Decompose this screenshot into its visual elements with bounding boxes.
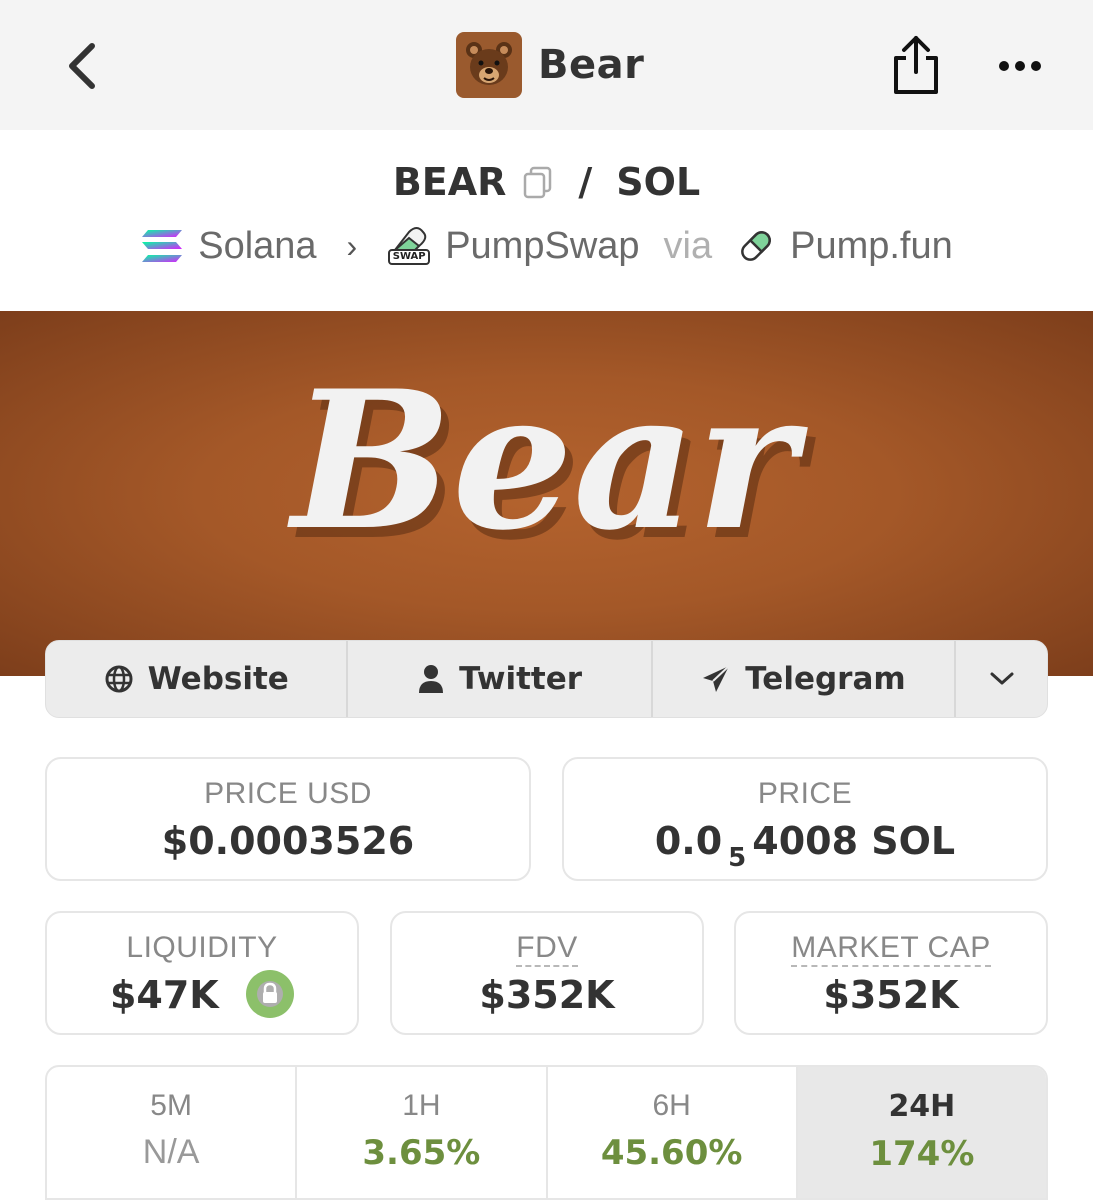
bear-logo-banner: Bear Bear — [287, 349, 817, 582]
fdv-card: FDV $352K — [390, 911, 704, 1035]
chevron-down-icon — [990, 672, 1014, 685]
price-zero-count: 5 — [728, 843, 747, 873]
telegram-label: Telegram — [745, 661, 906, 697]
token-avatar — [456, 32, 522, 98]
token-banner: Bear Bear — [0, 311, 1093, 676]
pair-base-symbol: BEAR — [392, 160, 507, 204]
price-usd-value: $0.0003526 — [161, 819, 415, 863]
pair-header: BEAR / SOL — [0, 160, 1093, 204]
share-button[interactable] — [884, 30, 948, 100]
pill-icon — [741, 231, 772, 261]
tab-6h[interactable]: 6H 45.60% — [548, 1067, 798, 1198]
fdv-value: $352K — [479, 973, 615, 1017]
website-button[interactable]: Website — [46, 641, 349, 717]
timeframe-change: 45.60% — [600, 1133, 743, 1173]
pumpswap-badge: SWAP — [392, 251, 426, 262]
market-cap-label[interactable]: MARKET CAP — [791, 931, 991, 967]
chain-link-solana[interactable]: Solana — [198, 225, 316, 268]
price-native-suffix: 4008 SOL — [752, 819, 956, 863]
token-name-title: Bear — [538, 42, 645, 88]
banner-logo-text-front: Bear — [287, 349, 809, 572]
price-native-value: 0.0 5 4008 SOL — [564, 819, 1046, 873]
chain-breadcrumb: Solana › SWAP PumpSwap via Pump.fun — [0, 224, 1093, 268]
timeframe-change: N/A — [142, 1133, 200, 1171]
price-native-card: PRICE 0.0 5 4008 SOL — [562, 757, 1048, 881]
launchpad-link-pumpfun[interactable]: Pump.fun — [790, 225, 953, 268]
tab-1h[interactable]: 1H 3.65% — [297, 1067, 548, 1198]
user-icon — [419, 665, 444, 693]
chevron-left-icon — [69, 43, 95, 89]
timeframe-change: 3.65% — [362, 1133, 481, 1173]
liquidity-value: $47K — [109, 973, 219, 1017]
dex-link-pumpswap[interactable]: PumpSwap — [445, 225, 639, 268]
pair-separator: / — [578, 160, 593, 204]
telegram-button[interactable]: Telegram — [653, 641, 957, 717]
copy-icon[interactable] — [522, 165, 554, 199]
timeframe-change: 174% — [869, 1134, 975, 1174]
twitter-button[interactable]: Twitter — [348, 641, 653, 717]
liquidity-value-row: $47K — [47, 969, 357, 1022]
website-label: Website — [147, 661, 289, 697]
price-native-label: PRICE — [757, 777, 853, 810]
tab-5m[interactable]: 5M N/A — [47, 1067, 298, 1198]
fdv-label[interactable]: FDV — [516, 931, 578, 967]
price-usd-label: PRICE USD — [204, 777, 372, 810]
timeframe-tabs: 5M N/A 1H 3.65% 6H 45.60% 24H 174% — [45, 1065, 1048, 1200]
share-icon — [894, 36, 938, 94]
market-cap-value: $352K — [823, 973, 959, 1017]
ellipsis-icon — [999, 61, 1041, 71]
social-links-bar: Website Twitter Telegram — [45, 640, 1048, 718]
pumpswap-icon: SWAP — [387, 224, 431, 268]
price-usd-card: PRICE USD $0.0003526 — [45, 757, 531, 881]
price-native-prefix: 0.0 — [654, 819, 723, 863]
timeframe-label: 1H — [402, 1089, 441, 1122]
liquidity-card: LIQUIDITY $47K — [45, 911, 359, 1035]
via-label: via — [663, 224, 713, 267]
market-cap-card: MARKET CAP $352K — [734, 911, 1048, 1035]
lock-icon[interactable] — [246, 969, 294, 1018]
timeframe-label: 5M — [150, 1089, 192, 1122]
more-links-dropdown[interactable] — [956, 641, 1047, 717]
liquidity-label: LIQUIDITY — [126, 931, 278, 964]
top-nav-bar: Bear — [0, 0, 1093, 130]
pair-quote-symbol: SOL — [616, 160, 701, 204]
more-options-button[interactable] — [990, 46, 1050, 86]
globe-icon — [105, 665, 133, 693]
timeframe-label: 24H — [888, 1089, 956, 1124]
bear-face-icon — [466, 42, 512, 85]
chevron-right-icon: › — [346, 227, 358, 264]
nav-title-group: Bear — [456, 32, 644, 98]
twitter-label: Twitter — [459, 661, 583, 697]
timeframe-label: 6H — [652, 1089, 691, 1122]
back-button[interactable] — [56, 36, 112, 96]
solana-icon — [142, 230, 183, 262]
paper-plane-icon — [703, 665, 730, 692]
tab-24h[interactable]: 24H 174% — [797, 1067, 1046, 1198]
